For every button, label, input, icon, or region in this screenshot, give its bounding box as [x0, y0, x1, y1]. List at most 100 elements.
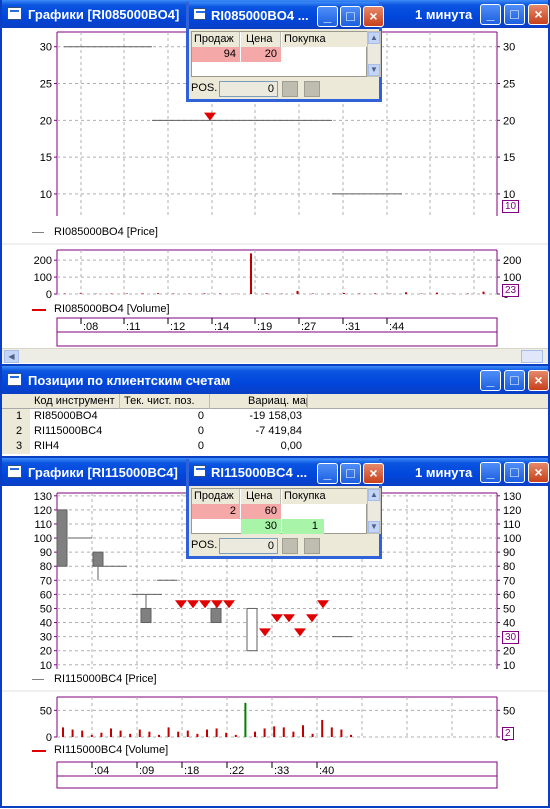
sell-qty[interactable]: [192, 519, 240, 534]
minimize-icon[interactable]: _: [317, 6, 338, 27]
row-num: 2: [2, 424, 30, 439]
y-tick-label: 200: [34, 255, 52, 267]
price-current-box: 30: [502, 631, 519, 644]
order-book-1-title: RI085000BO4 ...: [211, 8, 309, 23]
pos-button-1[interactable]: [282, 81, 298, 97]
sell-signal-marker: [187, 600, 199, 608]
volume-bar: [283, 727, 285, 737]
row-num: 3: [2, 439, 30, 454]
time-label: :14: [214, 321, 229, 333]
volume-bar: [266, 293, 268, 294]
volume-bar: [72, 730, 74, 737]
price-level[interactable]: 30: [241, 519, 281, 534]
y-tick-label: 30: [40, 42, 52, 54]
volume-bar: [168, 727, 170, 737]
buy-qty[interactable]: 1: [282, 519, 324, 534]
time-label: :18: [184, 765, 199, 777]
header-price: Цена: [241, 32, 281, 47]
price-legend: RI085000BO4 [Price]: [54, 226, 158, 238]
row-num: 1: [2, 409, 30, 424]
col-code[interactable]: Код инструмент: [32, 394, 120, 409]
chart-1-hscroll[interactable]: ◀: [2, 348, 548, 363]
maximize-icon[interactable]: □: [504, 370, 525, 391]
y-tick-label-right: 40: [503, 618, 515, 630]
time-label: :27: [301, 321, 316, 333]
y-tick-label: 70: [40, 575, 52, 587]
pos-input[interactable]: 0: [219, 538, 278, 554]
time-label: :33: [274, 765, 289, 777]
sell-signal-marker: [271, 614, 283, 622]
positions-titlebar[interactable]: Позиции по клиентским счетам _ □ ×: [2, 366, 548, 394]
pos-button-1[interactable]: [282, 538, 298, 554]
header-sell: Продаж: [192, 32, 240, 47]
y-tick-label: 100: [34, 533, 52, 545]
scroll-down-icon[interactable]: ▼: [368, 64, 380, 76]
pos-button-2[interactable]: [304, 538, 320, 554]
volume-bar: [250, 253, 252, 294]
order-book-1-grid: Продаж Цена Покупка 94 20: [191, 31, 367, 77]
price-level[interactable]: 20: [241, 47, 281, 62]
minimize-icon[interactable]: _: [317, 463, 338, 484]
cell-pos: 0: [122, 409, 204, 424]
scroll-up-icon[interactable]: ▲: [368, 489, 380, 501]
cell-margin: -7 419,84: [212, 424, 302, 439]
volume-bar: [331, 727, 333, 737]
order-book-1-titlebar[interactable]: RI085000BO4 ... _ □ ×: [189, 2, 379, 29]
order-book-2-titlebar[interactable]: RI115000BC4 ... _ □ ×: [189, 459, 379, 486]
buy-qty[interactable]: [282, 47, 368, 62]
buy-qty[interactable]: [282, 504, 368, 519]
close-icon[interactable]: ×: [528, 370, 549, 391]
cell-code: RIH4: [34, 439, 120, 454]
positions-app-icon: [7, 373, 22, 386]
cell-margin: -19 158,03: [212, 409, 302, 424]
volume-legend-line: [32, 309, 46, 311]
volume-bar: [110, 728, 112, 737]
maximize-icon[interactable]: □: [340, 6, 361, 27]
header-sell: Продаж: [192, 489, 240, 504]
order-book-2-vscroll[interactable]: ▲ ▼: [367, 488, 381, 534]
pos-button-2[interactable]: [304, 81, 320, 97]
volume-bar: [204, 293, 206, 294]
maximize-icon[interactable]: □: [504, 4, 525, 25]
volume-bar: [343, 293, 345, 294]
volume-bar: [297, 291, 299, 294]
y-tick-label-right: 110: [503, 519, 521, 531]
y-tick-label: 100: [34, 272, 52, 284]
scroll-down-icon[interactable]: ▼: [368, 521, 380, 533]
sell-signal-marker: [199, 600, 211, 608]
col-margin[interactable]: Вариац. маржа: [212, 394, 308, 409]
scroll-thumb[interactable]: [521, 350, 543, 363]
pos-input[interactable]: 0: [219, 81, 278, 97]
maximize-icon[interactable]: □: [504, 462, 525, 483]
price-level[interactable]: 60: [241, 504, 281, 519]
order-book-1-vscroll[interactable]: ▲ ▼: [367, 31, 381, 77]
minimize-icon[interactable]: _: [480, 370, 501, 391]
y-tick-label: 25: [40, 79, 52, 91]
order-book-icon: [193, 465, 206, 477]
volume-bar: [244, 703, 246, 737]
volume-bar: [292, 732, 294, 737]
sell-qty[interactable]: 2: [192, 504, 240, 519]
volume-bar: [120, 731, 122, 737]
y-tick-label-right: 70: [503, 575, 515, 587]
close-icon[interactable]: ×: [528, 4, 549, 25]
close-icon[interactable]: ×: [528, 462, 549, 483]
volume-bar: [64, 293, 66, 294]
time-label: :11: [126, 321, 140, 333]
y-tick-label-right: 100: [503, 272, 521, 284]
maximize-icon[interactable]: □: [340, 463, 361, 484]
scroll-up-icon[interactable]: ▲: [368, 32, 380, 44]
volume-bar: [81, 731, 83, 737]
volume-bar: [321, 720, 323, 737]
close-icon[interactable]: ×: [363, 6, 384, 27]
minimize-icon[interactable]: _: [480, 462, 501, 483]
volume-bar: [273, 726, 275, 737]
col-pos[interactable]: Тек. чист. поз.: [122, 394, 210, 409]
sell-qty[interactable]: 94: [192, 47, 240, 62]
close-icon[interactable]: ×: [363, 463, 384, 484]
y-tick-label-right: 100: [503, 533, 521, 545]
scroll-left-icon[interactable]: ◀: [4, 350, 19, 363]
y-tick-label-right: 50: [503, 705, 515, 717]
y-tick-label-right: 20: [503, 115, 515, 127]
minimize-icon[interactable]: _: [480, 4, 501, 25]
